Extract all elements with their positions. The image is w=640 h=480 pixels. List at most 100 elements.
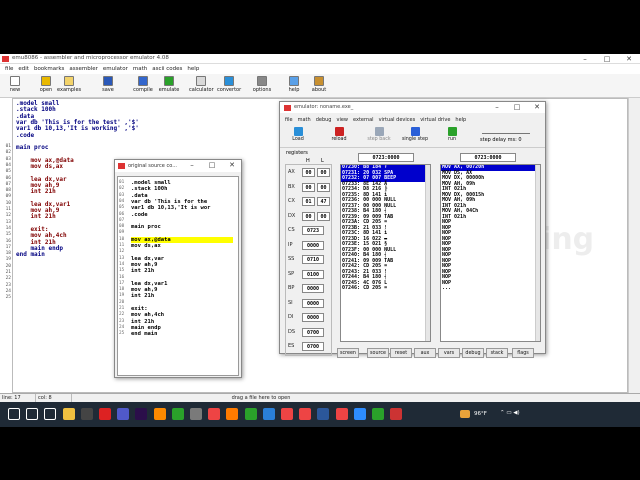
new-button[interactable]: new (3, 76, 27, 96)
debug-button[interactable]: debug (462, 348, 484, 358)
options-button[interactable]: options (250, 76, 274, 96)
disasm-address-input[interactable]: 0723:0000 (460, 153, 516, 162)
menu-assembler[interactable]: assembler (69, 64, 98, 74)
emu-menu-debug[interactable]: debug (316, 117, 332, 123)
register-bx-l[interactable]: 00 (317, 182, 330, 192)
register-bx-h[interactable]: 00 (302, 182, 315, 192)
emu-icon-2[interactable] (372, 408, 384, 420)
register-bp-value[interactable]: 0000 (302, 284, 324, 293)
zoom-icon[interactable] (353, 408, 366, 420)
emulate-button[interactable]: emulate (157, 76, 181, 96)
single-step-button[interactable]: single step (398, 127, 432, 147)
memory-address-input[interactable]: 0723:0000 (358, 153, 414, 162)
maximize-icon[interactable]: □ (596, 54, 618, 64)
emu-menu-external[interactable]: external (353, 117, 374, 123)
register-name: AX (288, 169, 295, 175)
emulator-maximize-icon[interactable]: □ (506, 102, 528, 113)
emulator-title: emulator: noname.exe_ (294, 104, 354, 110)
vscode-icon[interactable] (262, 408, 275, 420)
save-button[interactable]: save (96, 76, 120, 96)
register-cx-l[interactable]: 47 (317, 197, 330, 206)
store-icon[interactable] (80, 408, 93, 420)
Load-button[interactable]: Load (286, 127, 310, 147)
register-dx-l[interactable]: 00 (317, 211, 330, 221)
emu-menu-file[interactable]: file (285, 117, 293, 123)
chrome-icon-2[interactable] (281, 408, 293, 420)
disassembly-list[interactable]: MOV AX, 00720h MOV DS, AX MOV DX, 00000h MO… (440, 164, 541, 342)
examples-button[interactable]: examples (57, 76, 81, 96)
register-dx-h[interactable]: 00 (302, 211, 315, 221)
about-button[interactable]: about (307, 76, 331, 96)
acrobat-icon[interactable] (99, 408, 111, 420)
emulator-close-icon[interactable]: ✕ (526, 102, 548, 113)
calculator-button[interactable]: calculator (189, 76, 214, 96)
source-button[interactable]: source (367, 348, 389, 358)
close-icon[interactable]: ✕ (618, 54, 640, 64)
screen-button[interactable]: screen (337, 348, 359, 358)
stack-button[interactable]: stack (486, 348, 508, 358)
step-delay-slider[interactable] (482, 129, 530, 134)
screen-recorder-icon[interactable] (390, 408, 403, 420)
step-back-button[interactable]: step back (364, 127, 394, 147)
chrome-icon[interactable] (208, 408, 221, 420)
menu-edit[interactable]: edit (18, 64, 29, 74)
disasm-scrollbar[interactable] (535, 165, 540, 341)
reload-button[interactable]: reload (324, 127, 354, 147)
run-button[interactable]: run (440, 127, 464, 147)
menu-math[interactable]: math (133, 64, 147, 74)
register-ax-h[interactable]: 00 (302, 168, 315, 177)
menu-help[interactable]: help (187, 64, 199, 74)
chrome-icon-3[interactable] (299, 408, 312, 420)
word-icon[interactable] (317, 408, 330, 420)
memory-list[interactable]: 07230: B8 184 ↑ 07231: 20 032 SPA 07232: 0… (340, 164, 431, 342)
register-ax-l[interactable]: 00 (317, 168, 330, 177)
editor-scrollbar[interactable] (628, 98, 640, 393)
help-button[interactable]: help (282, 76, 306, 96)
system-tray[interactable]: ⌃ ▭ ◀) (500, 410, 520, 416)
after-effects-icon[interactable] (135, 408, 148, 420)
search-icon[interactable] (26, 408, 39, 420)
register-es-value[interactable]: 0700 (302, 342, 324, 351)
source-editor[interactable]: 01 .model small 02 .stack 100h 03 .data 04 var … (117, 176, 239, 376)
camtasia-icon[interactable] (171, 408, 184, 420)
chrome-icon-4[interactable] (335, 408, 348, 420)
menu-file[interactable]: file (5, 64, 13, 74)
emu-menu-math[interactable]: math (298, 117, 311, 123)
windows-icon[interactable] (8, 408, 20, 420)
file-explorer-icon[interactable] (62, 408, 75, 420)
teams-icon[interactable] (117, 408, 130, 420)
open-button[interactable]: open (34, 76, 58, 96)
register-ss-value[interactable]: 0710 (302, 255, 324, 264)
source-maximize-icon[interactable]: □ (203, 160, 221, 172)
memory-scrollbar[interactable] (425, 165, 430, 341)
emu-menu-help[interactable]: help (455, 117, 466, 123)
illustrator-icon[interactable] (153, 408, 166, 420)
convertor-button[interactable]: convertor (217, 76, 241, 96)
emulator-minimize-icon[interactable]: – (486, 102, 508, 113)
minimize-icon[interactable]: – (574, 54, 596, 64)
menu-bookmarks[interactable]: bookmarks (34, 64, 64, 74)
register-cs-value[interactable]: 0723 (302, 226, 324, 235)
reset-button[interactable]: reset (390, 348, 412, 358)
menu-ascii-codes[interactable]: ascii codes (152, 64, 182, 74)
register-ds-value[interactable]: 0700 (302, 327, 324, 337)
register-sp-value[interactable]: 0100 (302, 269, 324, 279)
firefox-icon[interactable] (226, 408, 239, 420)
source-close-icon[interactable]: ✕ (223, 160, 241, 172)
register-si-value[interactable]: 0000 (302, 298, 324, 308)
vars-button[interactable]: vars (438, 348, 460, 358)
source-minimize-icon[interactable]: – (183, 160, 201, 172)
flags-button[interactable]: flags (512, 348, 534, 358)
snip-icon[interactable] (190, 408, 202, 420)
emu8086-icon[interactable] (244, 408, 257, 420)
register-di-value[interactable]: 0000 (302, 313, 324, 322)
emu-menu-virtual-devices[interactable]: virtual devices (379, 117, 416, 123)
compile-button[interactable]: compile (131, 76, 155, 96)
task-view-icon[interactable] (44, 408, 57, 420)
register-cx-h[interactable]: 01 (302, 197, 315, 206)
emu-menu-view[interactable]: view (336, 117, 348, 123)
menu-emulator[interactable]: emulator (103, 64, 128, 74)
emu-menu-virtual-drive[interactable]: virtual drive (420, 117, 450, 123)
register-ip-value[interactable]: 0000 (302, 240, 324, 250)
aux-button[interactable]: aux (414, 348, 436, 358)
